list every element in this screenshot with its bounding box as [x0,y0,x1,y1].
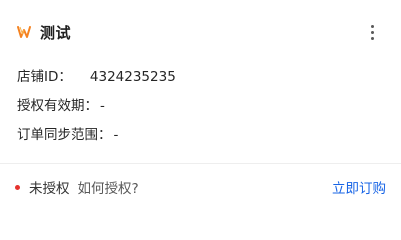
sync-range-row: 订单同步范围： - [17,123,118,143]
card-footer: 未授权 如何授权? 立即订购 [15,177,386,197]
sync-range-label: 订单同步范围： [17,127,112,143]
more-options-icon[interactable] [363,23,381,41]
store-id-row: 店铺ID： 4324235235 [17,65,176,85]
card-header: 测试 [16,20,389,44]
auth-period-label: 授权有效期： [17,98,98,114]
card-title: 测试 [40,23,72,42]
sync-range-value: - [113,127,119,143]
auth-period-value: - [100,98,105,114]
card-divider [0,163,401,164]
buy-now-link[interactable]: 立即订购 [332,177,386,197]
brand-logo-icon [16,24,32,40]
store-id-label: 店铺ID： [17,69,72,85]
auth-period-row: 授权有效期： - [17,94,105,114]
how-to-authorize-link[interactable]: 如何授权? [78,177,139,197]
status-dot-icon [15,184,20,190]
store-card: 测试 店铺ID： 4324235235 授权有效期： - 订单同步范围： - 未授权 … [0,0,401,211]
auth-status-text: 未授权 [29,181,70,197]
store-id-value: 4324235235 [89,69,176,85]
